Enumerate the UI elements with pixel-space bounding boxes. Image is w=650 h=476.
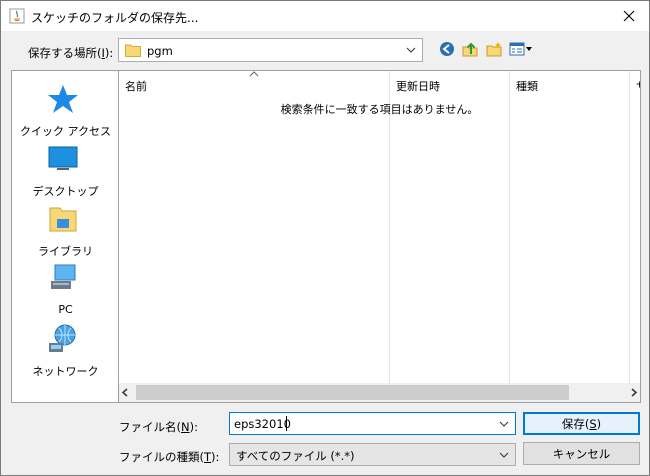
text-caret [286,416,287,431]
back-button[interactable] [437,39,457,59]
java-app-icon [9,8,25,24]
view-menu-icon [509,42,532,56]
filetype-value: すべてのファイル (*.*) [236,449,355,463]
place-label: ライブラリ [38,245,93,258]
place-network[interactable]: ネットワーク [12,323,119,381]
scrollbar-thumb[interactable] [136,385,569,400]
desktop-icon [48,146,78,170]
filename-label: ファイル名(N): [119,420,198,434]
place-label: ネットワーク [32,365,99,378]
chevron-down-icon[interactable] [499,421,509,427]
place-label: PC [58,303,73,316]
new-folder-icon [486,42,502,57]
place-label: クイック アクセス [20,125,111,138]
close-button[interactable] [609,1,649,31]
file-list[interactable]: 名前 更新日時 種類 サ 検索条件に一致する項目はありません。 [118,70,641,403]
filename-value: eps32010 [234,417,291,431]
column-header-modified: 更新日時 [396,80,440,93]
place-library[interactable]: ライブラリ [12,203,119,261]
title-bar: スケッチのフォルダの保存先... [1,1,649,31]
filename-input[interactable]: eps32010 [229,412,516,435]
column-header-name: 名前 [125,80,147,93]
place-desktop[interactable]: デスクトップ [12,143,119,201]
view-menu-button[interactable] [508,39,534,59]
empty-message: 検索条件に一致する項目はありません。 [280,103,479,116]
back-icon [440,42,454,56]
lookin-combo[interactable]: pgm [118,38,423,62]
network-icon [49,324,76,352]
place-quick-access[interactable]: クイック アクセス [12,83,119,141]
lookin-label: 保存する場所(I): [28,46,114,60]
horizontal-scrollbar[interactable] [119,383,640,402]
column-name[interactable]: 名前 [119,71,390,383]
scroll-left-icon[interactable] [121,388,129,397]
column-type[interactable]: 種類 [510,71,630,383]
chevron-down-icon [499,452,509,458]
place-pc[interactable]: PC [12,263,119,321]
up-folder-button[interactable] [460,39,480,59]
filetype-select[interactable]: すべてのファイル (*.*) [229,443,516,466]
computer-icon [51,264,76,289]
window-title: スケッチのフォルダの保存先... [31,11,199,25]
column-modified[interactable]: 更新日時 [390,71,510,383]
column-size[interactable]: サ [630,71,640,383]
place-label: デスクトップ [32,185,99,198]
close-icon [623,10,635,22]
save-button[interactable]: 保存(S) [523,412,640,435]
lookin-value: pgm [147,44,173,58]
places-bar: クイック アクセス デスクトップ ライブラリ PC ネットワーク [11,70,118,403]
quick-access-star-icon [48,85,78,113]
chevron-down-icon [406,47,416,53]
scroll-right-icon[interactable] [630,388,638,397]
cancel-button[interactable]: キャンセル [523,442,640,465]
new-folder-button[interactable] [484,39,504,59]
column-header-type: 種類 [516,80,538,93]
column-header-size: サ [636,78,640,94]
filetype-label: ファイルの種類(T): [119,450,220,464]
save-dialog-window: スケッチのフォルダの保存先... 保存する場所(I): pgm クイック アクセ… [0,0,650,476]
library-icon [49,207,77,232]
folder-icon [125,44,141,57]
up-folder-icon [462,42,478,57]
